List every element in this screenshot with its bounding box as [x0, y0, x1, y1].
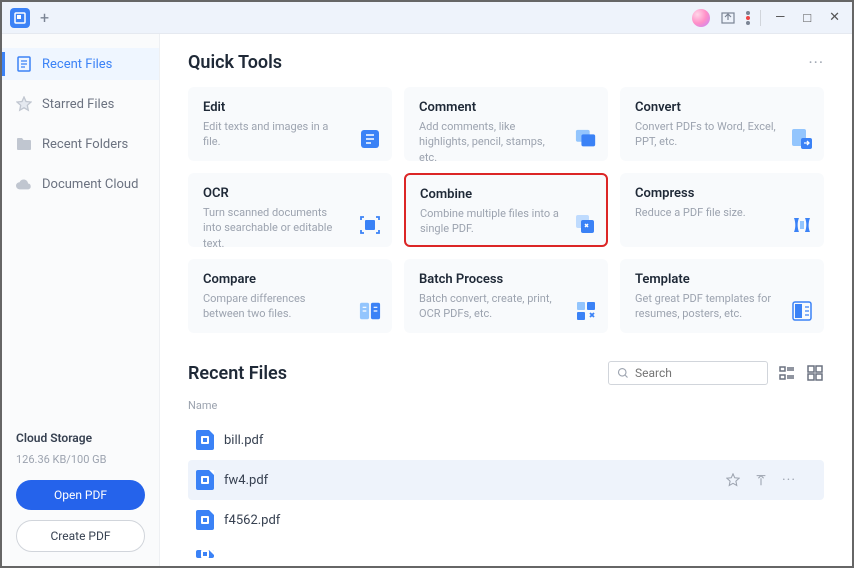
- recent-files-title: Recent Files: [188, 363, 287, 384]
- sidebar: Recent Files Starred Files Recent Folder…: [2, 34, 160, 566]
- app-body: Recent Files Starred Files Recent Folder…: [2, 34, 852, 566]
- notification-dots-icon[interactable]: [746, 11, 750, 25]
- view-list-button[interactable]: [778, 364, 796, 382]
- sidebar-item-recent-files[interactable]: Recent Files: [2, 48, 159, 80]
- tool-card-template[interactable]: Template Get great PDF templates for res…: [620, 259, 824, 333]
- sidebar-item-label: Recent Folders: [42, 137, 128, 152]
- compare-icon: [359, 300, 381, 322]
- tool-desc: Get great PDF templates for resumes, pos…: [635, 291, 809, 322]
- tool-title: Compare: [203, 272, 377, 287]
- tool-desc: Batch convert, create, print, OCR PDFs, …: [419, 291, 593, 322]
- quick-tools-more-button[interactable]: ···: [808, 53, 824, 72]
- tool-title: Combine: [420, 187, 592, 202]
- tool-card-convert[interactable]: Convert Convert PDFs to Word, Excel, PPT…: [620, 87, 824, 161]
- new-tab-button[interactable]: +: [40, 8, 49, 27]
- tool-card-comment[interactable]: Comment Add comments, like highlights, p…: [404, 87, 608, 161]
- view-grid-button[interactable]: [806, 364, 824, 382]
- file-row-actions: ···: [726, 472, 816, 488]
- share-icon[interactable]: [720, 10, 736, 26]
- tool-title: Template: [635, 272, 809, 287]
- app-logo-icon[interactable]: [10, 8, 30, 28]
- tool-desc: Edit texts and images in a file.: [203, 119, 377, 150]
- recent-files-controls: [608, 361, 824, 385]
- pdf-file-icon: [196, 470, 214, 490]
- close-button[interactable]: ✕: [825, 8, 844, 27]
- tool-desc: Turn scanned documents into searchable o…: [203, 205, 377, 251]
- quick-tools-title: Quick Tools: [188, 52, 282, 73]
- main-content: Quick Tools ··· Edit Edit texts and imag…: [160, 34, 852, 566]
- tool-desc: Reduce a PDF file size.: [635, 205, 809, 220]
- tools-grid: Edit Edit texts and images in a file. Co…: [188, 87, 824, 333]
- create-pdf-button[interactable]: Create PDF: [16, 520, 145, 552]
- sidebar-item-label: Recent Files: [42, 57, 112, 72]
- titlebar: + — □ ✕: [2, 2, 852, 34]
- star-icon[interactable]: [726, 473, 740, 487]
- file-row[interactable]: [188, 540, 824, 558]
- tool-title: Edit: [203, 100, 377, 115]
- tool-desc: Convert PDFs to Word, Excel, PPT, etc.: [635, 119, 809, 150]
- cloud-storage-usage: 126.36 KB/100 GB: [16, 453, 145, 466]
- tool-title: Comment: [419, 100, 593, 115]
- pin-icon[interactable]: [754, 473, 768, 487]
- sidebar-item-label: Document Cloud: [42, 177, 138, 192]
- tool-desc: Compare differences between two files.: [203, 291, 377, 322]
- file-icon: [16, 56, 32, 72]
- comment-icon: [575, 128, 597, 150]
- pdf-file-icon: [196, 510, 214, 530]
- titlebar-right: — □ ✕: [692, 8, 844, 28]
- compress-icon: [791, 214, 813, 236]
- batch-icon: [575, 300, 597, 322]
- sidebar-item-document-cloud[interactable]: Document Cloud: [2, 168, 159, 200]
- file-row[interactable]: fw4.pdf ···: [188, 460, 824, 500]
- tool-title: Compress: [635, 186, 809, 201]
- template-icon: [791, 300, 813, 322]
- tool-card-compress[interactable]: Compress Reduce a PDF file size.: [620, 173, 824, 247]
- file-name: fw4.pdf: [224, 473, 716, 488]
- separator: [760, 10, 761, 26]
- sidebar-item-starred-files[interactable]: Starred Files: [2, 88, 159, 120]
- tool-title: Batch Process: [419, 272, 593, 287]
- tool-card-edit[interactable]: Edit Edit texts and images in a file.: [188, 87, 392, 161]
- tool-title: OCR: [203, 186, 377, 201]
- tool-card-batch-process[interactable]: Batch Process Batch convert, create, pri…: [404, 259, 608, 333]
- sidebar-item-label: Starred Files: [42, 97, 114, 112]
- sidebar-item-recent-folders[interactable]: Recent Folders: [2, 128, 159, 160]
- cloud-icon: [16, 176, 32, 192]
- tool-card-combine[interactable]: Combine Combine multiple files into a si…: [404, 173, 608, 247]
- combine-icon: [574, 213, 596, 235]
- titlebar-left: +: [10, 8, 49, 28]
- cloud-storage-panel: Cloud Storage 126.36 KB/100 GB Open PDF …: [2, 417, 159, 566]
- maximize-button[interactable]: □: [799, 8, 815, 28]
- file-list-header-name: Name: [188, 395, 824, 420]
- pdf-file-icon: [196, 550, 214, 558]
- ocr-icon: T: [359, 214, 381, 236]
- search-box[interactable]: [608, 361, 768, 385]
- tool-card-compare[interactable]: Compare Compare differences between two …: [188, 259, 392, 333]
- edit-icon: [359, 128, 381, 150]
- convert-icon: [791, 128, 813, 150]
- quick-tools-header: Quick Tools ···: [188, 52, 824, 73]
- ai-orb-icon[interactable]: [692, 9, 710, 27]
- sidebar-nav: Recent Files Starred Files Recent Folder…: [2, 34, 159, 417]
- folder-icon: [16, 136, 32, 152]
- file-row[interactable]: bill.pdf: [188, 420, 824, 460]
- file-row[interactable]: f4562.pdf: [188, 500, 824, 540]
- star-icon: [16, 96, 32, 112]
- file-name: f4562.pdf: [224, 513, 816, 528]
- search-input[interactable]: [635, 366, 759, 380]
- pdf-file-icon: [196, 430, 214, 450]
- app-window: + — □ ✕ Recent Files: [0, 0, 854, 568]
- open-pdf-button[interactable]: Open PDF: [16, 480, 145, 510]
- tool-desc: Add comments, like highlights, pencil, s…: [419, 119, 593, 165]
- file-name: bill.pdf: [224, 433, 816, 448]
- cloud-storage-title: Cloud Storage: [16, 431, 145, 445]
- more-icon[interactable]: ···: [782, 472, 796, 488]
- search-icon: [617, 367, 629, 379]
- tool-desc: Combine multiple files into a single PDF…: [420, 206, 592, 237]
- tool-card-ocr[interactable]: OCR Turn scanned documents into searchab…: [188, 173, 392, 247]
- recent-files-header: Recent Files: [188, 361, 824, 385]
- minimize-button[interactable]: —: [771, 8, 789, 27]
- tool-title: Convert: [635, 100, 809, 115]
